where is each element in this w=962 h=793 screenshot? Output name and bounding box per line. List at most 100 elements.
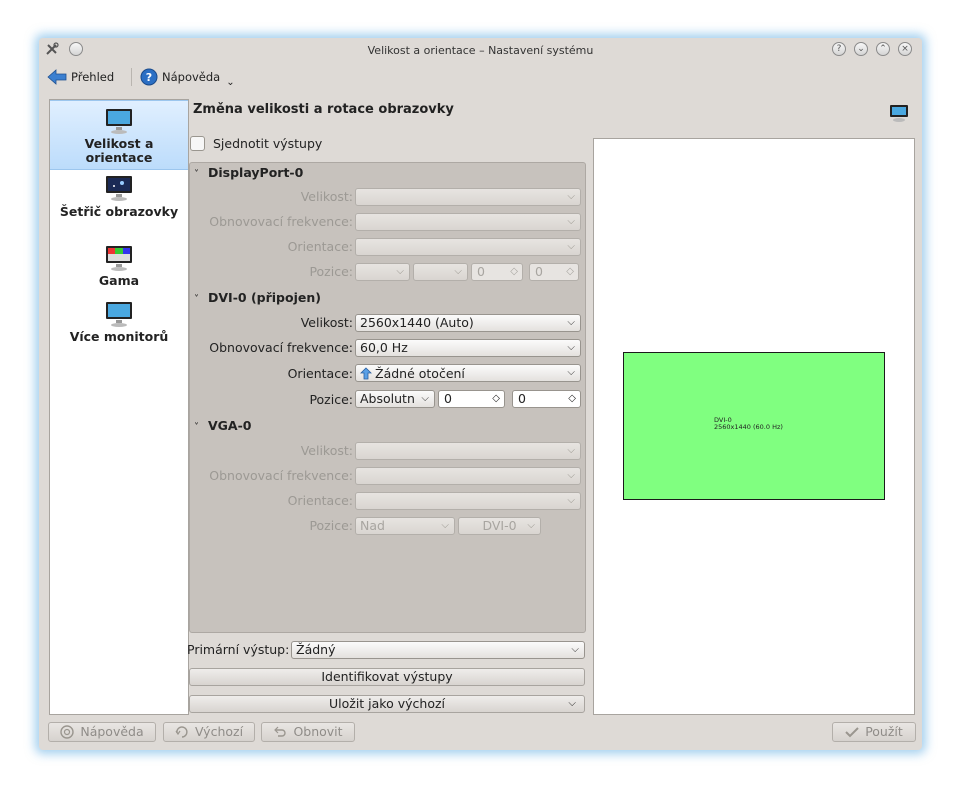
size-value: 2560x1440 (Auto) [360,315,474,330]
orientation-combo[interactable]: ⌵ [355,238,581,256]
position-y-value: 0 [535,264,543,279]
output-preview-area: DVI-0 2560x1440 (60.0 Hz) [593,138,915,715]
sidebar-item-gamma[interactable]: Gama [50,244,188,290]
size-label: Velikost: [300,443,353,458]
unify-outputs-checkbox-row[interactable]: Sjednotit výstupy [190,136,322,151]
defaults-button[interactable]: Výchozí [163,722,255,742]
chevron-down-icon: ⌵ [567,367,575,378]
chevron-down-icon: ˅ [194,169,199,180]
help-button-label: Nápověda [80,724,144,739]
output-rectangle-dvi[interactable]: DVI-0 2560x1440 (60.0 Hz) [623,352,885,500]
chevron-down-icon: ⌵ [421,393,429,404]
sidebar-item-multi-monitor[interactable]: Více monitorů [50,300,188,346]
orientation-label: Orientace: [287,366,353,381]
position-label: Pozice: [309,264,353,279]
defaults-icon [175,726,188,738]
position-mode-value: Nad [360,518,385,533]
toolbar-separator [131,68,132,86]
position-y-spinbox[interactable]: 0 ◇ [529,263,579,281]
chevron-down-icon: ⌵ [441,520,449,531]
sidebar-item-label: Gama [98,273,140,288]
minimize-icon[interactable]: ⌄ [854,42,868,56]
sidebar-item-label: Šetřič obrazovky [59,204,179,219]
output-header-vga[interactable]: ˅ VGA-0 [194,418,252,433]
chevron-down-icon: ⌵ [567,216,575,227]
back-arrow-icon [47,69,67,85]
orientation-combo[interactable]: Žádné otočení ⌵ [355,364,581,382]
orientation-combo[interactable]: ⌵ [355,492,581,510]
refresh-combo[interactable]: ⌵ [355,467,581,485]
reset-button[interactable]: Obnovit [261,722,355,742]
overview-label: Přehled [71,70,115,84]
position-y-value: 0 [518,391,526,406]
chevron-down-icon: ⌵ [567,241,575,252]
output-header-dvi[interactable]: ˅ DVI-0 (připojen) [194,290,321,305]
orientation-value: Žádné otočení [375,366,465,381]
checkmark-icon [845,727,859,738]
sidebar-item-label: Více monitorů [69,329,169,344]
overview-button[interactable]: Přehled [47,67,114,87]
help-button[interactable]: Nápověda [48,722,156,742]
save-as-default-button[interactable]: Uložit jako výchozí ⌵ [189,695,585,713]
position-ref-value: DVI-0 [482,518,517,533]
multi-monitor-icon [106,302,132,327]
spin-arrows-icon: ◇ [492,393,500,404]
position-ref-combo[interactable]: DVI-0 ⌵ [458,517,541,535]
defaults-button-label: Výchozí [194,724,244,739]
chevron-down-icon: ⌵ [527,520,535,531]
apply-button[interactable]: Použít [832,722,916,742]
position-y-spinbox[interactable]: 0 ◇ [512,390,581,408]
primary-output-combo[interactable]: Žádný ⌵ [291,641,585,659]
position-x-spinbox[interactable]: 0 ◇ [471,263,523,281]
refresh-value: 60,0 Hz [360,340,408,355]
position-mode-combo[interactable]: ⌵ [355,263,410,281]
maximize-icon[interactable]: ⌃ [876,42,890,56]
primary-output-value: Žádný [296,642,336,657]
help-menu-button[interactable]: ? Nápověda ⌄ [140,67,235,88]
chevron-down-icon: ⌵ [567,342,575,353]
screensaver-icon [106,176,132,201]
chevron-down-icon: ⌵ [567,317,575,328]
refresh-label: Obnovovací frekvence: [209,468,353,483]
page-title: Změna velikosti a rotace obrazovky [193,102,454,117]
position-mode-combo[interactable]: Nad ⌵ [355,517,455,535]
chevron-down-icon: ⌵ [571,644,579,655]
orientation-label: Orientace: [287,493,353,508]
sidebar-item-label: Velikost a orientace [84,136,154,165]
unify-outputs-checkbox[interactable] [190,136,205,151]
position-mode-value: Absolutn [360,391,415,406]
position-mode-combo[interactable]: Absolutn ⌵ [355,390,435,408]
refresh-label: Obnovovací frekvence: [209,340,353,355]
help-icon[interactable]: ? [832,42,846,56]
reset-button-label: Obnovit [293,724,343,739]
help-label: Nápověda [162,70,221,84]
help-circle-icon: ? [140,68,158,86]
monitor-icon [106,109,132,134]
position-x-value: 0 [477,264,485,279]
position-ref-combo[interactable]: ⌵ [413,263,468,281]
sidebar: Velikost a orientace Šetřič obrazovky Ga… [49,99,189,715]
chevron-down-icon: ⌵ [568,698,576,709]
refresh-combo[interactable]: ⌵ [355,213,581,231]
sidebar-item-screensaver[interactable]: Šetřič obrazovky [50,174,188,238]
output-header-displayport[interactable]: ˅ DisplayPort-0 [194,165,303,180]
refresh-combo[interactable]: 60,0 Hz ⌵ [355,339,581,357]
undo-icon [274,726,287,737]
size-combo[interactable]: 2560x1440 (Auto) ⌵ [355,314,581,332]
outputs-panel: ˅ DisplayPort-0 Velikost: ⌵ Obnovovací fr… [189,162,586,633]
chevron-down-icon: ˅ [194,294,199,305]
size-combo[interactable]: ⌵ [355,188,581,206]
display-icon [890,105,908,122]
sidebar-item-size-orientation[interactable]: Velikost a orientace [50,100,188,170]
identify-outputs-button[interactable]: Identifikovat výstupy [189,668,585,686]
svg-text:?: ? [146,71,152,84]
size-label: Velikost: [300,315,353,330]
size-combo[interactable]: ⌵ [355,442,581,460]
spin-arrows-icon: ◇ [510,266,518,277]
position-label: Pozice: [309,518,353,533]
chevron-down-icon: ˅ [194,422,199,433]
close-icon[interactable]: × [898,42,912,56]
position-x-spinbox[interactable]: 0 ◇ [438,390,505,408]
preview-output-mode: 2560x1440 (60.0 Hz) [714,423,783,431]
title-bar: Velikost a orientace – Nastavení systému… [39,38,922,62]
